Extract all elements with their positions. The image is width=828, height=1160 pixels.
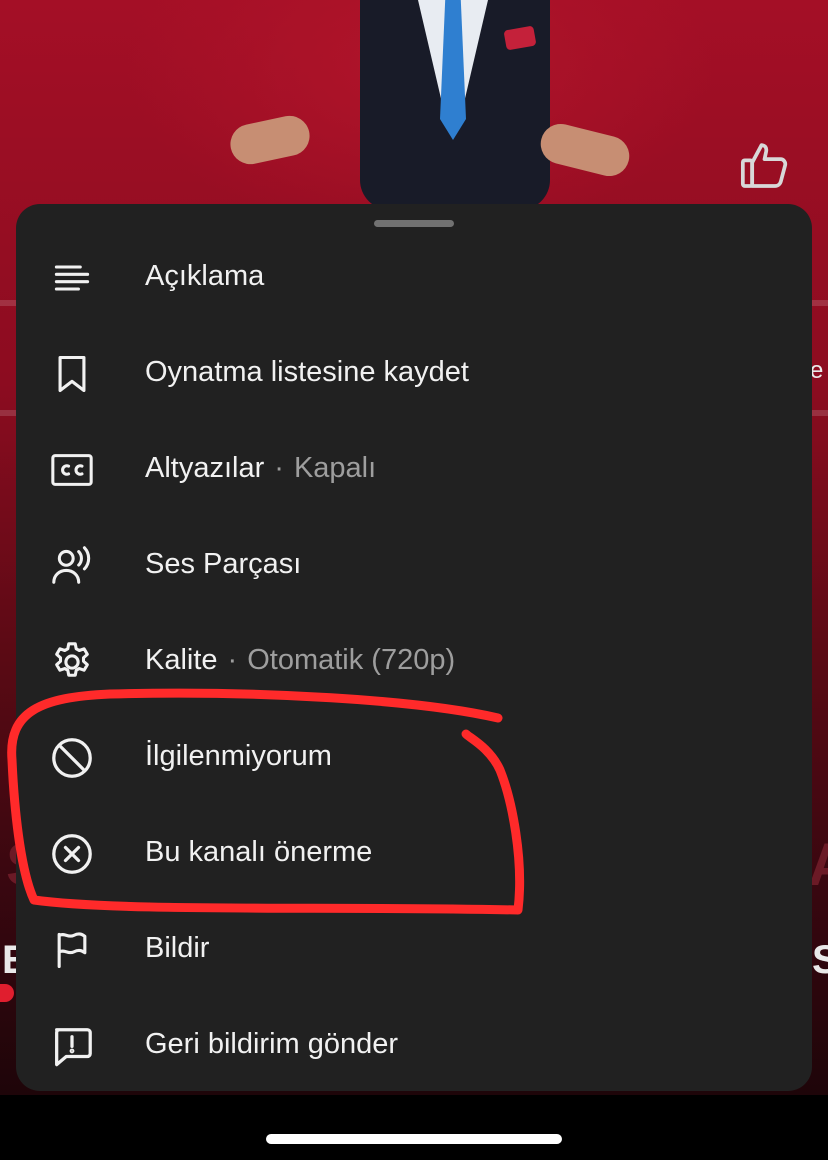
flag-icon bbox=[48, 926, 96, 974]
gear-icon bbox=[48, 638, 96, 686]
menu-item-label: Altyazılar bbox=[145, 451, 265, 484]
not-interested-icon bbox=[48, 734, 96, 782]
sheet-drag-handle[interactable] bbox=[374, 220, 454, 227]
menu-item-dont-recommend-channel[interactable]: Bu kanalı önerme bbox=[16, 804, 812, 900]
video-edge-text: S bbox=[812, 938, 828, 982]
thumbs-up-icon bbox=[740, 143, 788, 188]
menu-item-save-to-playlist[interactable]: Oynatma listesine kaydet bbox=[16, 324, 812, 420]
menu-item-value: Otomatik (720p) bbox=[247, 643, 456, 676]
menu-item-quality[interactable]: Kalite · Otomatik (720p) bbox=[16, 612, 812, 708]
description-icon bbox=[48, 254, 96, 302]
like-button[interactable] bbox=[734, 134, 796, 196]
menu-item-send-feedback[interactable]: Geri bildirim gönder bbox=[16, 996, 812, 1092]
menu-item-value: Kapalı bbox=[293, 451, 377, 484]
more-options-sheet: Açıklama Oynatma listesine kaydet Altyaz… bbox=[16, 204, 812, 1091]
menu-item-label: Bildir bbox=[145, 931, 210, 964]
bookmark-icon bbox=[48, 350, 96, 398]
menu-item-not-interested[interactable]: İlgilenmiyorum bbox=[16, 708, 812, 804]
menu-item-label: Ses Parçası bbox=[145, 547, 302, 580]
close-circle-icon bbox=[48, 830, 96, 878]
menu-item-report[interactable]: Bildir bbox=[16, 900, 812, 996]
menu-item-label: Oynatma listesine kaydet bbox=[145, 355, 469, 388]
menu-item-label: Kalite bbox=[145, 643, 218, 676]
menu-item-captions[interactable]: Altyazılar · Kapalı bbox=[16, 420, 812, 516]
feedback-icon bbox=[48, 1022, 96, 1070]
menu-item-label: Açıklama bbox=[145, 259, 265, 292]
progress-scrubber[interactable] bbox=[0, 984, 14, 1002]
options-menu: Açıklama Oynatma listesine kaydet Altyaz… bbox=[16, 228, 812, 1092]
menu-item-audio-track[interactable]: Ses Parçası bbox=[16, 516, 812, 612]
home-indicator[interactable] bbox=[266, 1134, 562, 1144]
cc-icon bbox=[48, 446, 96, 494]
menu-item-separator: · bbox=[227, 643, 238, 676]
menu-item-separator: · bbox=[274, 451, 284, 484]
video-frame-presenter bbox=[226, 0, 634, 210]
menu-item-description[interactable]: Açıklama bbox=[16, 228, 812, 324]
menu-item-label: İlgilenmiyorum bbox=[145, 739, 332, 772]
menu-item-label: Bu kanalı önerme bbox=[145, 835, 373, 868]
menu-item-label: Geri bildirim gönder bbox=[145, 1027, 399, 1060]
audio-track-icon bbox=[48, 542, 96, 590]
video-edge-text: e bbox=[810, 357, 824, 384]
